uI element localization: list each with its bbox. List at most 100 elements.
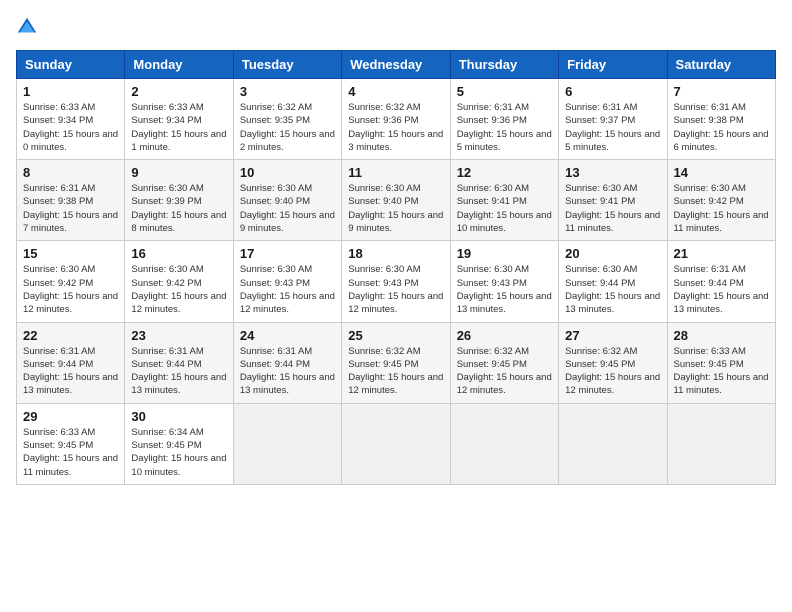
calendar-day-cell: 30 Sunrise: 6:34 AMSunset: 9:45 PMDayligh… (125, 403, 233, 484)
calendar-day-cell: 1 Sunrise: 6:33 AMSunset: 9:34 PMDaylight… (17, 79, 125, 160)
day-number: 7 (674, 84, 769, 99)
day-info: Sunrise: 6:31 AMSunset: 9:38 PMDaylight:… (674, 101, 769, 154)
day-number: 20 (565, 246, 660, 261)
day-info: Sunrise: 6:33 AMSunset: 9:34 PMDaylight:… (131, 101, 226, 154)
weekday-header: Wednesday (342, 51, 450, 79)
day-number: 29 (23, 409, 118, 424)
day-number: 16 (131, 246, 226, 261)
day-info: Sunrise: 6:30 AMSunset: 9:44 PMDaylight:… (565, 263, 660, 316)
weekday-header: Monday (125, 51, 233, 79)
calendar-day-cell: 4Sunrise: 6:32 AMSunset: 9:36 PMDaylight… (342, 79, 450, 160)
calendar-day-cell: 3 Sunrise: 6:32 AMSunset: 9:35 PMDaylight… (233, 79, 341, 160)
day-number: 22 (23, 328, 118, 343)
calendar-day-cell: 17 Sunrise: 6:30 AMSunset: 9:43 PMDayligh… (233, 241, 341, 322)
calendar-table: SundayMondayTuesdayWednesdayThursdayFrid… (16, 50, 776, 485)
calendar-day-cell: 24 Sunrise: 6:31 AMSunset: 9:44 PMDayligh… (233, 322, 341, 403)
calendar-day-cell: 6 Sunrise: 6:31 AMSunset: 9:37 PMDaylight… (559, 79, 667, 160)
day-number: 18 (348, 246, 443, 261)
day-number: 17 (240, 246, 335, 261)
day-number: 11 (348, 165, 443, 180)
day-info: Sunrise: 6:30 AMSunset: 9:39 PMDaylight:… (131, 182, 226, 235)
calendar-day-cell: 20 Sunrise: 6:30 AMSunset: 9:44 PMDayligh… (559, 241, 667, 322)
calendar-day-cell: 26 Sunrise: 6:32 AMSunset: 9:45 PMDayligh… (450, 322, 558, 403)
day-info: Sunrise: 6:33 AMSunset: 9:34 PMDaylight:… (23, 101, 118, 154)
day-number: 8 (23, 165, 118, 180)
calendar-day-cell: 23 Sunrise: 6:31 AMSunset: 9:44 PMDayligh… (125, 322, 233, 403)
weekday-header: Sunday (17, 51, 125, 79)
calendar-day-cell: 12Sunrise: 6:30 AMSunset: 9:41 PMDayligh… (450, 160, 558, 241)
logo (16, 16, 42, 38)
calendar-day-cell (667, 403, 775, 484)
day-info: Sunrise: 6:32 AMSunset: 9:36 PMDaylight:… (348, 101, 443, 154)
day-info: Sunrise: 6:33 AMSunset: 9:45 PMDaylight:… (674, 345, 769, 398)
weekday-header: Thursday (450, 51, 558, 79)
day-number: 2 (131, 84, 226, 99)
calendar-day-cell: 14Sunrise: 6:30 AMSunset: 9:42 PMDayligh… (667, 160, 775, 241)
day-info: Sunrise: 6:32 AMSunset: 9:35 PMDaylight:… (240, 101, 335, 154)
day-number: 1 (23, 84, 118, 99)
calendar-week-row: 1 Sunrise: 6:33 AMSunset: 9:34 PMDaylight… (17, 79, 776, 160)
day-number: 13 (565, 165, 660, 180)
logo-icon (16, 16, 38, 38)
calendar-day-cell: 16 Sunrise: 6:30 AMSunset: 9:42 PMDayligh… (125, 241, 233, 322)
day-number: 21 (674, 246, 769, 261)
calendar-day-cell (233, 403, 341, 484)
day-info: Sunrise: 6:34 AMSunset: 9:45 PMDaylight:… (131, 426, 226, 479)
day-number: 6 (565, 84, 660, 99)
day-number: 27 (565, 328, 660, 343)
calendar-day-cell: 13 Sunrise: 6:30 AMSunset: 9:41 PMDayligh… (559, 160, 667, 241)
day-number: 26 (457, 328, 552, 343)
day-info: Sunrise: 6:30 AMSunset: 9:40 PMDaylight:… (348, 182, 443, 235)
day-number: 24 (240, 328, 335, 343)
day-number: 10 (240, 165, 335, 180)
calendar-week-row: 22 Sunrise: 6:31 AMSunset: 9:44 PMDayligh… (17, 322, 776, 403)
day-info: Sunrise: 6:31 AMSunset: 9:36 PMDaylight:… (457, 101, 552, 154)
day-info: Sunrise: 6:31 AMSunset: 9:44 PMDaylight:… (674, 263, 769, 316)
calendar-day-cell: 25Sunrise: 6:32 AMSunset: 9:45 PMDayligh… (342, 322, 450, 403)
calendar-day-cell: 29 Sunrise: 6:33 AMSunset: 9:45 PMDayligh… (17, 403, 125, 484)
calendar-day-cell: 2 Sunrise: 6:33 AMSunset: 9:34 PMDaylight… (125, 79, 233, 160)
calendar-week-row: 29 Sunrise: 6:33 AMSunset: 9:45 PMDayligh… (17, 403, 776, 484)
day-info: Sunrise: 6:32 AMSunset: 9:45 PMDaylight:… (348, 345, 443, 398)
calendar-day-cell: 11 Sunrise: 6:30 AMSunset: 9:40 PMDayligh… (342, 160, 450, 241)
weekday-header: Tuesday (233, 51, 341, 79)
day-number: 28 (674, 328, 769, 343)
day-info: Sunrise: 6:30 AMSunset: 9:42 PMDaylight:… (674, 182, 769, 235)
day-number: 5 (457, 84, 552, 99)
day-info: Sunrise: 6:31 AMSunset: 9:38 PMDaylight:… (23, 182, 118, 235)
day-number: 30 (131, 409, 226, 424)
calendar-day-cell (342, 403, 450, 484)
weekday-header: Friday (559, 51, 667, 79)
day-info: Sunrise: 6:32 AMSunset: 9:45 PMDaylight:… (565, 345, 660, 398)
day-info: Sunrise: 6:30 AMSunset: 9:43 PMDaylight:… (240, 263, 335, 316)
day-number: 15 (23, 246, 118, 261)
day-info: Sunrise: 6:30 AMSunset: 9:41 PMDaylight:… (457, 182, 552, 235)
day-info: Sunrise: 6:30 AMSunset: 9:42 PMDaylight:… (23, 263, 118, 316)
day-number: 19 (457, 246, 552, 261)
day-info: Sunrise: 6:30 AMSunset: 9:43 PMDaylight:… (457, 263, 552, 316)
page-header (16, 16, 776, 38)
calendar-day-cell: 7 Sunrise: 6:31 AMSunset: 9:38 PMDaylight… (667, 79, 775, 160)
day-number: 3 (240, 84, 335, 99)
day-info: Sunrise: 6:33 AMSunset: 9:45 PMDaylight:… (23, 426, 118, 479)
day-info: Sunrise: 6:30 AMSunset: 9:42 PMDaylight:… (131, 263, 226, 316)
calendar-day-cell: 18 Sunrise: 6:30 AMSunset: 9:43 PMDayligh… (342, 241, 450, 322)
day-info: Sunrise: 6:30 AMSunset: 9:40 PMDaylight:… (240, 182, 335, 235)
day-number: 9 (131, 165, 226, 180)
calendar-week-row: 8 Sunrise: 6:31 AMSunset: 9:38 PMDaylight… (17, 160, 776, 241)
calendar-day-cell: 21 Sunrise: 6:31 AMSunset: 9:44 PMDayligh… (667, 241, 775, 322)
calendar-day-cell: 27 Sunrise: 6:32 AMSunset: 9:45 PMDayligh… (559, 322, 667, 403)
day-info: Sunrise: 6:31 AMSunset: 9:44 PMDaylight:… (240, 345, 335, 398)
day-info: Sunrise: 6:30 AMSunset: 9:41 PMDaylight:… (565, 182, 660, 235)
day-info: Sunrise: 6:30 AMSunset: 9:43 PMDaylight:… (348, 263, 443, 316)
day-info: Sunrise: 6:31 AMSunset: 9:44 PMDaylight:… (131, 345, 226, 398)
day-info: Sunrise: 6:31 AMSunset: 9:37 PMDaylight:… (565, 101, 660, 154)
calendar-week-row: 15 Sunrise: 6:30 AMSunset: 9:42 PMDayligh… (17, 241, 776, 322)
calendar-day-cell: 5 Sunrise: 6:31 AMSunset: 9:36 PMDaylight… (450, 79, 558, 160)
weekday-header: Saturday (667, 51, 775, 79)
calendar-day-cell: 8 Sunrise: 6:31 AMSunset: 9:38 PMDaylight… (17, 160, 125, 241)
day-number: 23 (131, 328, 226, 343)
day-info: Sunrise: 6:32 AMSunset: 9:45 PMDaylight:… (457, 345, 552, 398)
calendar-header-row: SundayMondayTuesdayWednesdayThursdayFrid… (17, 51, 776, 79)
calendar-day-cell (559, 403, 667, 484)
